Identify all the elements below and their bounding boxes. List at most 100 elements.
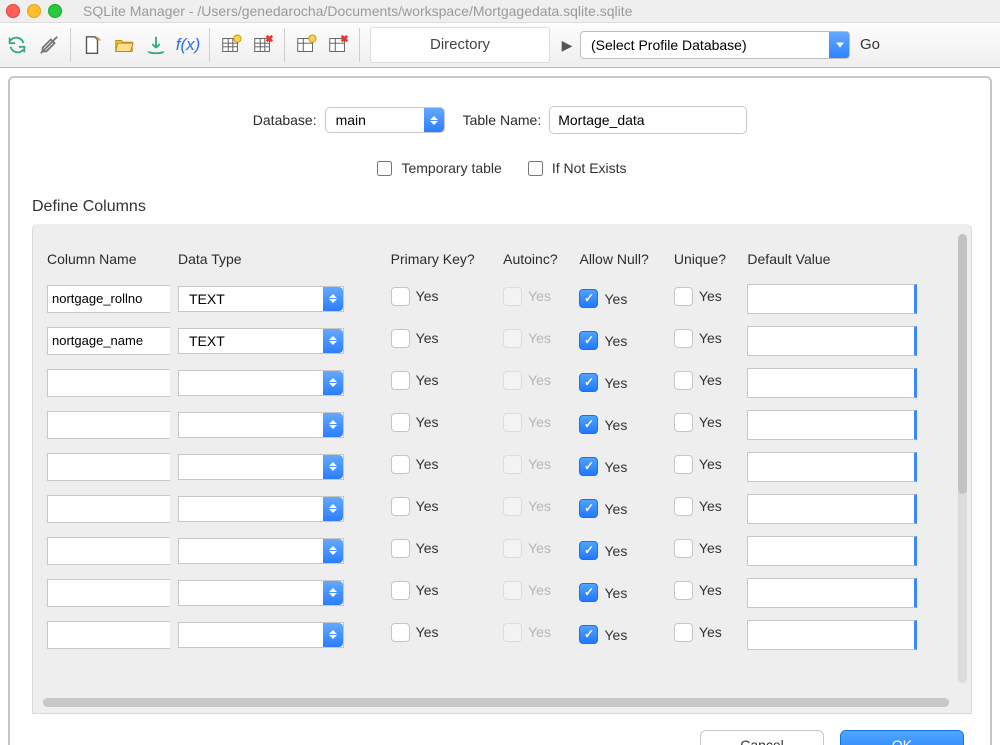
settings-button[interactable]: [34, 30, 64, 60]
play-icon[interactable]: ▶: [556, 36, 578, 54]
allow-null-checkbox[interactable]: Yes: [579, 457, 627, 476]
checkbox[interactable]: [528, 161, 543, 176]
checkbox-icon: [391, 329, 410, 348]
data-type-select[interactable]: [178, 580, 344, 606]
temporary-table-checkbox[interactable]: Temporary table: [373, 158, 501, 179]
unique-checkbox[interactable]: Yes: [674, 581, 722, 600]
data-type-select[interactable]: TEXT: [178, 328, 344, 354]
allow-null-checkbox[interactable]: Yes: [579, 541, 627, 560]
checkbox[interactable]: [377, 161, 392, 176]
primary-key-checkbox[interactable]: Yes: [391, 455, 439, 474]
vertical-scrollbar[interactable]: [958, 234, 967, 683]
default-value-input[interactable]: [747, 284, 917, 314]
horizontal-scrollbar[interactable]: [43, 698, 949, 707]
yes-label: Yes: [416, 497, 439, 515]
allow-null-checkbox[interactable]: Yes: [579, 415, 627, 434]
allow-null-checkbox[interactable]: Yes: [579, 289, 627, 308]
col-header-unique: Unique?: [670, 250, 744, 272]
primary-key-checkbox[interactable]: Yes: [391, 623, 439, 642]
unique-checkbox[interactable]: Yes: [674, 413, 722, 432]
unique-checkbox[interactable]: Yes: [674, 623, 722, 642]
column-name-input[interactable]: [47, 369, 170, 397]
import-button[interactable]: [141, 30, 171, 60]
default-value-input[interactable]: [747, 620, 917, 650]
yes-label: Yes: [699, 329, 722, 347]
table-name-input[interactable]: [549, 106, 747, 134]
primary-key-checkbox[interactable]: Yes: [391, 413, 439, 432]
data-type-select[interactable]: [178, 454, 344, 480]
data-type-select-wrap: TEXT: [178, 286, 344, 312]
column-name-input[interactable]: [47, 411, 170, 439]
unique-checkbox[interactable]: Yes: [674, 455, 722, 474]
allow-null-checkbox[interactable]: Yes: [579, 331, 627, 350]
default-value-input[interactable]: [747, 536, 917, 566]
checkbox-icon: [391, 539, 410, 558]
new-db-button[interactable]: [77, 30, 107, 60]
column-name-input[interactable]: [47, 285, 170, 313]
function-button[interactable]: f(x): [173, 30, 203, 60]
allow-null-checkbox[interactable]: Yes: [579, 499, 627, 518]
primary-key-checkbox[interactable]: Yes: [391, 539, 439, 558]
data-type-select[interactable]: [178, 412, 344, 438]
data-type-select[interactable]: [178, 496, 344, 522]
default-value-input[interactable]: [747, 410, 917, 440]
table-row: Yes Yes Yes Yes: [43, 368, 961, 398]
open-db-button[interactable]: [109, 30, 139, 60]
default-value-input[interactable]: [747, 452, 917, 482]
default-value-input[interactable]: [747, 326, 917, 356]
checkbox-icon: [391, 455, 410, 474]
unique-checkbox[interactable]: Yes: [674, 329, 722, 348]
column-name-input[interactable]: [47, 453, 170, 481]
directory-box[interactable]: Directory: [370, 27, 550, 63]
table-add-icon: [295, 34, 317, 56]
primary-key-checkbox[interactable]: Yes: [391, 497, 439, 516]
unique-checkbox[interactable]: Yes: [674, 497, 722, 516]
new-table2-button[interactable]: [291, 30, 321, 60]
column-name-input[interactable]: [47, 327, 170, 355]
checkbox-icon: [391, 413, 410, 432]
go-button[interactable]: Go: [860, 35, 880, 55]
new-table-button[interactable]: [216, 30, 246, 60]
primary-key-checkbox[interactable]: Yes: [391, 371, 439, 390]
checkbox-icon: [391, 371, 410, 390]
ok-button[interactable]: OK: [840, 730, 964, 745]
yes-label: Yes: [528, 581, 551, 599]
column-name-input[interactable]: [47, 537, 170, 565]
allow-null-checkbox[interactable]: Yes: [579, 625, 627, 644]
data-type-select[interactable]: [178, 622, 344, 648]
column-name-input[interactable]: [47, 579, 170, 607]
data-type-select-wrap: TEXT: [178, 328, 344, 354]
primary-key-checkbox[interactable]: Yes: [391, 581, 439, 600]
window-close-button[interactable]: [6, 4, 20, 18]
column-name-input[interactable]: [47, 495, 170, 523]
default-value-input[interactable]: [747, 494, 917, 524]
data-type-select[interactable]: [178, 370, 344, 396]
column-name-input[interactable]: [47, 621, 170, 649]
unique-checkbox[interactable]: Yes: [674, 539, 722, 558]
table-row: Yes Yes Yes Yes: [43, 578, 961, 608]
data-type-select[interactable]: [178, 538, 344, 564]
default-value-input[interactable]: [747, 578, 917, 608]
cancel-button[interactable]: Cancel: [700, 730, 824, 745]
checkbox-icon: [579, 625, 598, 644]
checkbox-icon: [503, 455, 522, 474]
unique-checkbox[interactable]: Yes: [674, 287, 722, 306]
window-zoom-button[interactable]: [48, 4, 62, 18]
profile-database-select[interactable]: (Select Profile Database): [580, 31, 850, 59]
database-select-wrap: main: [325, 107, 445, 133]
allow-null-checkbox[interactable]: Yes: [579, 373, 627, 392]
checkbox-icon: [579, 457, 598, 476]
if-not-exists-checkbox[interactable]: If Not Exists: [524, 158, 627, 179]
primary-key-checkbox[interactable]: Yes: [391, 329, 439, 348]
window-minimize-button[interactable]: [27, 4, 41, 18]
primary-key-checkbox[interactable]: Yes: [391, 287, 439, 306]
yes-label: Yes: [528, 371, 551, 389]
unique-checkbox[interactable]: Yes: [674, 371, 722, 390]
drop-table-button[interactable]: [248, 30, 278, 60]
allow-null-checkbox[interactable]: Yes: [579, 583, 627, 602]
refresh-button[interactable]: [2, 30, 32, 60]
data-type-select[interactable]: TEXT: [178, 286, 344, 312]
default-value-input[interactable]: [747, 368, 917, 398]
drop-table2-button[interactable]: [323, 30, 353, 60]
table-remove-icon: [327, 34, 349, 56]
